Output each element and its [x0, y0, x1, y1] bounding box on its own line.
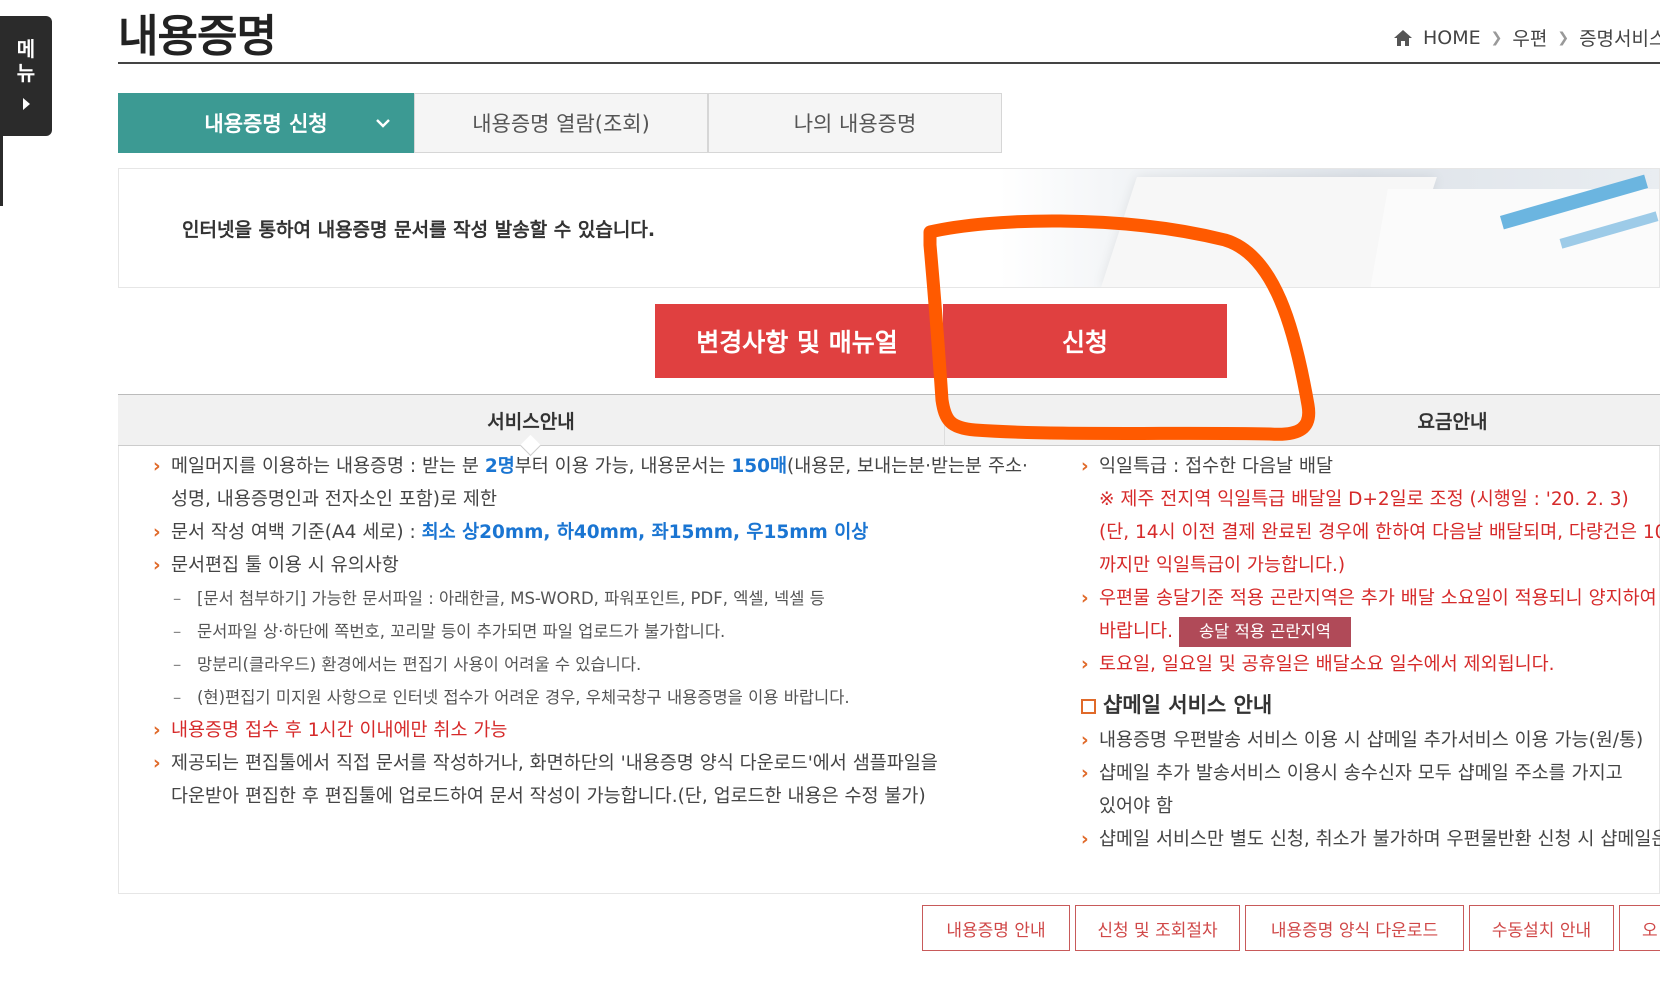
list-item: 있어야 함	[1099, 796, 1173, 817]
list-item: (단, 14시 이전 결제 완료된 경우에 한하여 다음날 배달되며, 다량건은…	[1099, 522, 1660, 543]
list-item: 메일머지를 이용하는 내용증명 : 받는 분 2명부터 이용 가능, 내용문서는…	[153, 450, 1028, 483]
chevron-right-icon: ❯	[1557, 29, 1570, 46]
apply-button[interactable]: 신청	[943, 304, 1227, 378]
title-divider	[118, 62, 1660, 64]
link-template-download[interactable]: 내용증명 양식 다운로드	[1245, 905, 1464, 951]
side-menu-label-bottom: 뉴	[16, 61, 36, 85]
section-fee-header: 요금안내	[944, 394, 1660, 446]
square-bullet-icon	[1081, 699, 1096, 714]
breadcrumb-post[interactable]: 우편	[1512, 24, 1547, 51]
side-menu-toggle[interactable]: 메 뉴	[0, 16, 52, 136]
section-fee-title: 요금안내	[1417, 410, 1488, 433]
tab-my-certifications[interactable]: 나의 내용증명	[708, 93, 1002, 153]
tab-apply[interactable]: 내용증명 신청	[118, 93, 414, 153]
list-item: 샵메일 서비스만 별도 신청, 취소가 불가하며 우편물반환 신청 시 샵메일은	[1081, 823, 1660, 856]
intro-banner: 인터넷을 통하여 내용증명 문서를 작성 발송할 수 있습니다.	[118, 168, 1660, 288]
list-item: 익일특급 : 접수한 다음날 배달	[1081, 450, 1660, 483]
link-procedure[interactable]: 신청 및 조회절차	[1075, 905, 1240, 951]
chevron-down-icon	[375, 112, 391, 136]
delivery-exception-area-button[interactable]: 송달 적용 곤란지역	[1178, 617, 1351, 647]
tab-my-label: 나의 내용증명	[793, 112, 917, 136]
tab-view-label: 내용증명 열람(조회)	[472, 112, 650, 136]
list-item: 제공되는 편집툴에서 직접 문서를 작성하거나, 화면하단의 '내용증명 양식 …	[153, 747, 1013, 780]
manual-button[interactable]: 변경사항 및 매뉴얼	[655, 304, 939, 378]
list-item: 바랍니다. 송달 적용 곤란지역	[1081, 615, 1660, 648]
intro-text: 인터넷을 통하여 내용증명 문서를 작성 발송할 수 있습니다.	[182, 219, 656, 241]
list-item: 샵메일 추가 발송서비스 이용시 송수신자 모두 샵메일 주소를 가지고	[1081, 757, 1660, 790]
bottom-link-bar: 내용증명 안내 신청 및 조회절차 내용증명 양식 다운로드 수동설치 안내 오	[922, 905, 1660, 951]
link-manual-install[interactable]: 수동설치 안내	[1469, 905, 1614, 951]
side-menu-label-top: 메	[16, 37, 36, 61]
link-more[interactable]: 오	[1619, 905, 1660, 951]
section-service-header: 서비스안내	[118, 394, 944, 457]
breadcrumb: HOME ❯ 우편 ❯ 증명서비스	[1393, 24, 1660, 51]
link-guide[interactable]: 내용증명 안내	[922, 905, 1070, 951]
list-item: 까지만 익일특급이 가능합니다.)	[1099, 555, 1346, 576]
list-item: 문서 작성 여백 기준(A4 세로) : 최소 상20mm, 하40mm, 좌1…	[153, 516, 1013, 549]
list-item: 다운받아 편집한 후 편집툴에 업로드하여 문서 작성이 가능합니다.(단, 업…	[171, 786, 926, 807]
list-subitem: 문서파일 상·하단에 쪽번호, 꼬리말 등이 추가되면 파일 업로드가 불가합니…	[153, 615, 1013, 648]
service-info-list: 메일머지를 이용하는 내용증명 : 받는 분 2명부터 이용 가능, 내용문서는…	[153, 450, 1028, 813]
breadcrumb-home[interactable]: HOME	[1423, 27, 1481, 49]
list-subitem: [문서 첨부하기] 가능한 문서파일 : 아래한글, MS-WORD, 파워포인…	[153, 582, 1013, 615]
banner-photo	[999, 169, 1659, 287]
section-service-title: 서비스안내	[487, 410, 575, 433]
side-divider	[0, 136, 3, 206]
list-item: 토요일, 일요일 및 공휴일은 배달소요 일수에서 제외됩니다.	[1081, 648, 1660, 681]
tab-bar: 내용증명 신청 내용증명 열람(조회) 나의 내용증명	[118, 93, 1002, 153]
chevron-right-icon: ❯	[1490, 29, 1503, 46]
caret-right-icon	[22, 98, 30, 110]
list-item: 내용증명 우편발송 서비스 이용 시 샵메일 추가서비스 이용 가능(원/통)	[1081, 724, 1660, 757]
home-icon[interactable]	[1393, 29, 1413, 47]
list-item: 내용증명 접수 후 1시간 이내에만 취소 가능	[153, 714, 1013, 747]
page-title: 내용증명	[118, 11, 277, 62]
tab-view[interactable]: 내용증명 열람(조회)	[414, 93, 708, 153]
list-subitem: 망분리(클라우드) 환경에서는 편집기 사용이 어려울 수 있습니다.	[153, 648, 1013, 681]
list-item: ※ 제주 전지역 익일특급 배달일 D+2일로 조정 (시행일 : '20. 2…	[1099, 489, 1629, 510]
breadcrumb-certification[interactable]: 증명서비스	[1579, 24, 1660, 51]
list-item: 문서편집 툴 이용 시 유의사항	[153, 549, 1013, 582]
list-subitem: (현)편집기 미지원 사항으로 인터넷 접수가 어려운 경우, 우체국창구 내용…	[153, 681, 1013, 714]
tab-apply-label: 내용증명 신청	[204, 112, 328, 136]
list-item: 우편물 송달기준 적용 곤란지역은 추가 배달 소요일이 적용되니 양지하여	[1081, 582, 1660, 615]
fee-info-list: 익일특급 : 접수한 다음날 배달 ※ 제주 전지역 익일특급 배달일 D+2일…	[1081, 450, 1660, 856]
shopmail-section-title: 샵메일 서비스 안내	[1081, 689, 1660, 722]
list-item: 성명, 내용증명인과 전자소인 포함)로 제한	[171, 489, 497, 510]
